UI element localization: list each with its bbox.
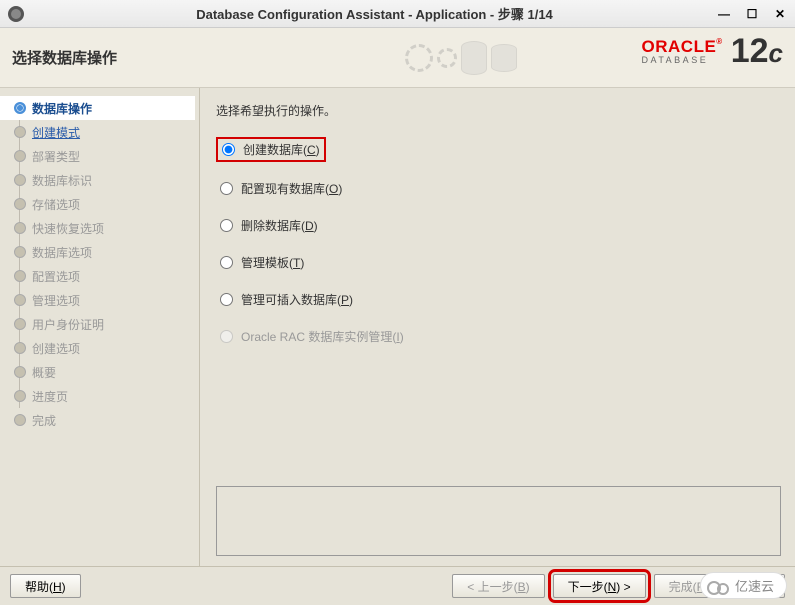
radio-input-3[interactable] bbox=[220, 256, 233, 269]
step-item-7: 配置选项 bbox=[14, 264, 199, 288]
maximize-icon[interactable]: ☐ bbox=[745, 7, 759, 21]
back-button[interactable]: < 上一步(B) bbox=[452, 574, 544, 598]
step-item-6: 数据库选项 bbox=[14, 240, 199, 264]
step-item-0[interactable]: 数据库操作 bbox=[0, 96, 195, 120]
brand-sub: DATABASE bbox=[642, 55, 723, 65]
step-item-2: 部署类型 bbox=[14, 144, 199, 168]
radio-option-4[interactable]: 管理可插入数据库(P) bbox=[216, 289, 357, 310]
content-area: 选择希望执行的操作。 创建数据库(C) 配置现有数据库(O) 删除数据库(D) 管理模… bbox=[200, 88, 795, 566]
wizard-sidebar: 数据库操作创建模式部署类型数据库标识存储选项快速恢复选项数据库选项配置选项管理选… bbox=[0, 88, 200, 566]
radio-option-5: Oracle RAC 数据库实例管理(I) bbox=[216, 326, 408, 347]
message-box bbox=[216, 486, 781, 556]
step-item-4: 存储选项 bbox=[14, 192, 199, 216]
radio-group: 创建数据库(C) 配置现有数据库(O) 删除数据库(D) 管理模板(T) 管理可插入数据… bbox=[216, 137, 781, 347]
radio-option-1[interactable]: 配置现有数据库(O) bbox=[216, 178, 346, 199]
brand-logo: ORACLE® DATABASE 12c bbox=[642, 34, 783, 68]
brand-word: ORACLE bbox=[642, 37, 717, 56]
step-list: 数据库操作创建模式部署类型数据库标识存储选项快速恢复选项数据库选项配置选项管理选… bbox=[0, 96, 199, 432]
main-area: 数据库操作创建模式部署类型数据库标识存储选项快速恢复选项数据库选项配置选项管理选… bbox=[0, 88, 795, 566]
radio-input-1[interactable] bbox=[220, 182, 233, 195]
radio-option-2[interactable]: 删除数据库(D) bbox=[216, 215, 322, 236]
radio-option-0[interactable]: 创建数据库(C) bbox=[216, 137, 326, 162]
step-item-8: 管理选项 bbox=[14, 288, 199, 312]
minimize-icon[interactable]: — bbox=[717, 7, 731, 21]
watermark-text: 亿速云 bbox=[735, 576, 774, 595]
step-item-5: 快速恢复选项 bbox=[14, 216, 199, 240]
radio-input-2[interactable] bbox=[220, 219, 233, 232]
step-item-13: 完成 bbox=[14, 408, 199, 432]
step-item-11: 概要 bbox=[14, 360, 199, 384]
watermark: 亿速云 bbox=[700, 572, 787, 599]
radio-input-0[interactable] bbox=[222, 143, 235, 156]
step-item-3: 数据库标识 bbox=[14, 168, 199, 192]
footer-bar: 帮助(H) < 上一步(B) 下一步(N) > 完成(F) 取消 bbox=[0, 566, 795, 605]
radio-input-4[interactable] bbox=[220, 293, 233, 306]
window-titlebar: Database Configuration Assistant - Appli… bbox=[0, 0, 795, 28]
close-icon[interactable]: ✕ bbox=[773, 7, 787, 21]
radio-option-3[interactable]: 管理模板(T) bbox=[216, 252, 308, 273]
app-icon bbox=[8, 6, 24, 22]
prompt-text: 选择希望执行的操作。 bbox=[216, 102, 781, 119]
version-label: 12c bbox=[731, 34, 783, 68]
step-item-10: 创建选项 bbox=[14, 336, 199, 360]
window-title: Database Configuration Assistant - Appli… bbox=[32, 4, 717, 23]
window-controls: — ☐ ✕ bbox=[717, 7, 787, 21]
radio-input-5 bbox=[220, 330, 233, 343]
help-button[interactable]: 帮助(H) bbox=[10, 574, 81, 598]
step-item-12: 进度页 bbox=[14, 384, 199, 408]
step-item-1[interactable]: 创建模式 bbox=[14, 120, 199, 144]
cloud-icon bbox=[707, 579, 729, 593]
next-button[interactable]: 下一步(N) > bbox=[553, 574, 646, 598]
step-item-9: 用户身份证明 bbox=[14, 312, 199, 336]
header-banner: 选择数据库操作 ORACLE® DATABASE 12c bbox=[0, 28, 795, 88]
page-title: 选择数据库操作 bbox=[12, 47, 117, 68]
decorative-graphic bbox=[405, 28, 605, 88]
